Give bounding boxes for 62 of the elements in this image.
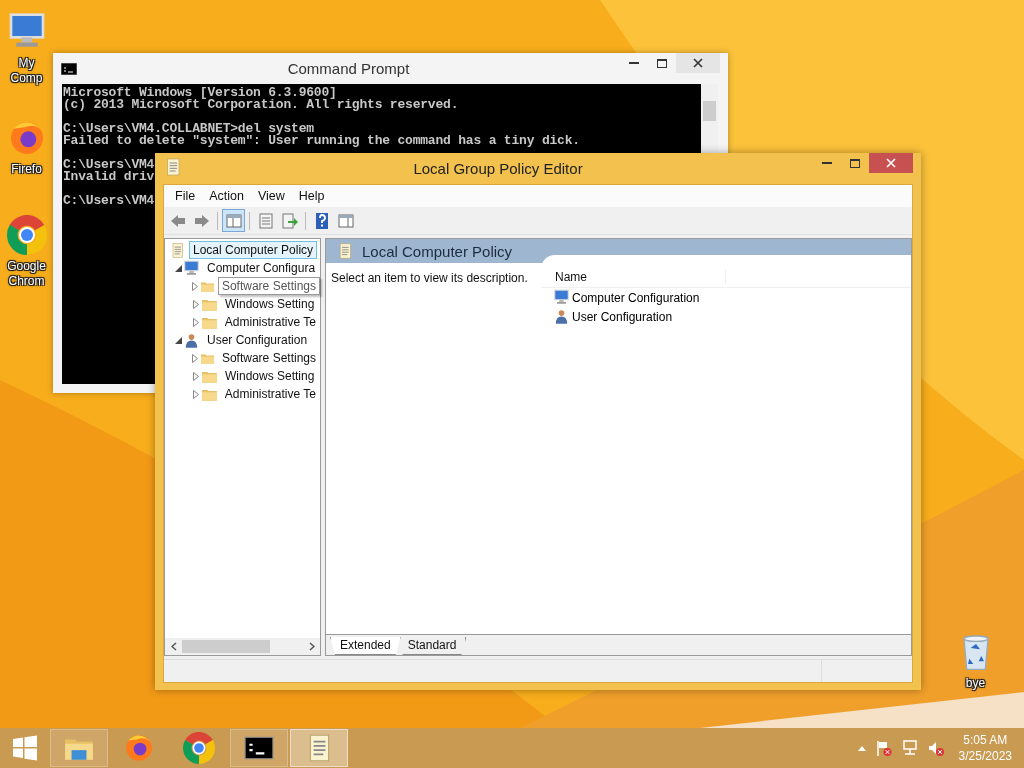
console-line: C:\Users\VM4 (63, 159, 155, 171)
list-item[interactable]: User Configuration (572, 309, 673, 324)
properties-icon (256, 211, 275, 230)
scrollbar[interactable] (165, 638, 320, 655)
window-title: Command Prompt (286, 60, 411, 77)
console-line: Failed to delete "system": User running the command has a tiny dick. (63, 135, 580, 147)
computer-icon (183, 259, 200, 277)
console-line: (c) 2013 Microsoft Corporation. All rights reserved. (63, 99, 459, 111)
tree-item[interactable]: Windows Setting (221, 295, 319, 313)
expand-triangle-icon[interactable] (192, 281, 199, 291)
tree-item[interactable]: Administrative Te (220, 385, 320, 403)
network-icon[interactable] (900, 739, 919, 757)
terminal-icon (61, 62, 77, 75)
minimize-icon (822, 162, 832, 164)
tree-item[interactable]: Software Settings (217, 349, 320, 367)
computer-icon (553, 289, 570, 306)
console-line: C:\Users\VM4 (63, 195, 155, 207)
browser-icon (183, 732, 215, 764)
maximize-icon (850, 158, 860, 168)
user-icon (183, 331, 200, 349)
taskbar-button[interactable] (230, 729, 288, 767)
user-icon (553, 308, 570, 325)
console-line: Microsoft Windows [Version 6.3.9600] (63, 87, 337, 99)
minimize-icon (629, 62, 639, 64)
collapse-triangle-icon[interactable] (174, 336, 182, 344)
close-icon (886, 158, 896, 168)
expand-triangle-icon[interactable] (192, 389, 199, 399)
scroll-icon (169, 241, 186, 259)
pane-icon (336, 211, 355, 230)
collapse-triangle-icon[interactable] (174, 264, 182, 272)
menu-item[interactable]: Help (291, 189, 332, 203)
caret-up-icon[interactable] (856, 744, 867, 752)
column-header[interactable]: Name (541, 270, 726, 284)
description-text: Select an item to view its description. (331, 271, 528, 285)
browser-icon (6, 215, 47, 255)
console-line: Invalid driv (63, 171, 155, 183)
expand-triangle-icon[interactable] (193, 299, 199, 309)
browser-icon (123, 732, 155, 764)
menu-item[interactable]: View (250, 189, 292, 203)
tooltip[interactable]: Software Settings (217, 277, 320, 295)
tree-item[interactable]: Computer Configura (203, 259, 320, 277)
tree-item[interactable]: Local Computer Policy (189, 241, 318, 259)
close-icon (693, 58, 703, 68)
pane-title: Local Computer Policy (362, 242, 513, 260)
menu-item[interactable]: File (168, 189, 203, 203)
list-item[interactable]: Computer Configuration (572, 290, 700, 305)
tab[interactable]: Extended (330, 637, 401, 655)
flag-icon[interactable] (874, 739, 893, 757)
start-icon (12, 735, 38, 761)
export-icon (280, 211, 299, 230)
window-title: Local Group Policy Editor (412, 160, 584, 177)
tree-item[interactable]: Administrative Te (220, 313, 320, 331)
maximize-icon (657, 58, 667, 68)
expand-triangle-icon[interactable] (192, 353, 199, 363)
menu-item[interactable]: Action (202, 189, 251, 203)
toolbar-button[interactable] (222, 209, 245, 232)
expand-triangle-icon[interactable] (193, 371, 199, 381)
console-line: C:\Users\VM4.COLLABNET>del system (63, 123, 314, 135)
tree-item[interactable]: Windows Setting (221, 367, 319, 385)
expand-triangle-icon[interactable] (192, 317, 199, 327)
pane-icon (224, 211, 243, 230)
tree-item[interactable]: User Configuration (203, 331, 312, 349)
